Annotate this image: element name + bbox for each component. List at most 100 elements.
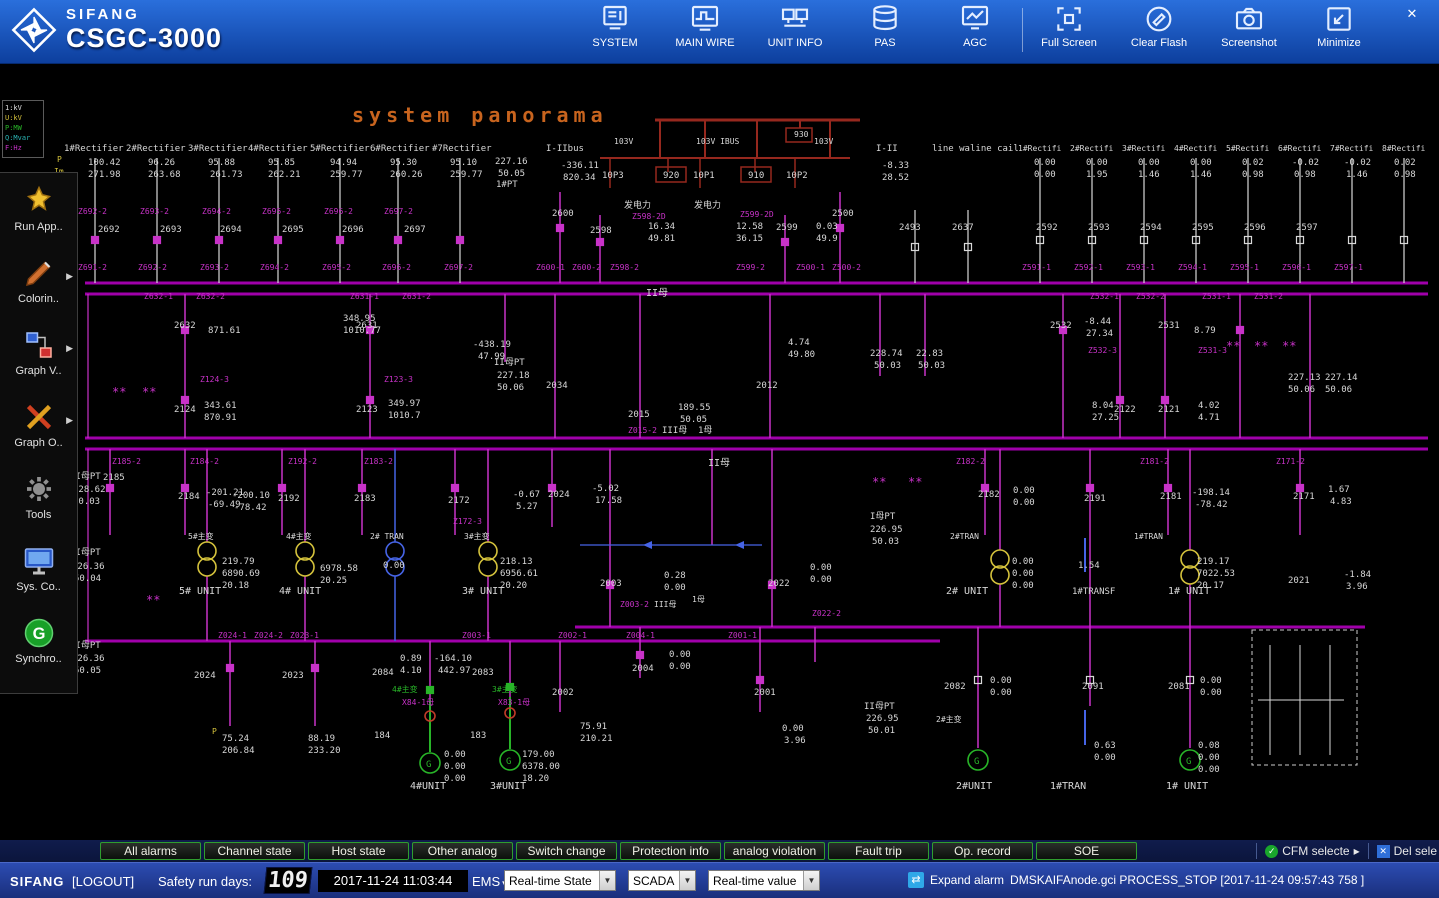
diagram-text: Z693-2 xyxy=(200,263,229,272)
diagram-text: -0.67 xyxy=(513,490,540,500)
diagram-text: 50.05 xyxy=(498,169,525,179)
alarm-tab-protection-info[interactable]: Protection info xyxy=(620,842,721,860)
diagram-text: -1.84 xyxy=(1344,570,1371,580)
diagram-text: 10P2 xyxy=(786,171,808,181)
diagram-text: 27.34 xyxy=(1086,329,1113,339)
diagram-canvas[interactable]: 1#Rectifier2#Rectifier3#Rectifier4#Recti… xyxy=(0,64,1439,840)
sidebar-item-graph-v-[interactable]: Graph V..▶ xyxy=(0,327,77,399)
diagram-text: 184 xyxy=(374,731,390,741)
alarm-tab-switch-change[interactable]: Switch change xyxy=(516,842,617,860)
alarm-tab-channel-state[interactable]: Channel state xyxy=(204,842,305,860)
diagram-text: 2083 xyxy=(472,668,494,678)
diagram-text: 2532 xyxy=(1050,321,1072,331)
diagram-text: 5.27 xyxy=(516,502,538,512)
diagram-text: 2091 xyxy=(1082,682,1104,692)
diagram-text: 0.00 xyxy=(782,724,804,734)
select-real-time-value[interactable]: Real-time value▼ xyxy=(708,870,820,891)
menu-item-unit-info[interactable]: UNIT INFO xyxy=(758,3,832,49)
diagram-text: 50.01 xyxy=(868,726,895,736)
diagram-text: 871.61 xyxy=(208,326,241,336)
menu-item-screenshot[interactable]: Screenshot xyxy=(1212,3,1286,49)
cfm-select-label: CFM selecte xyxy=(1282,844,1349,858)
diagram-text: 8.04 xyxy=(1092,401,1114,411)
alarm-tab-analog-violation[interactable]: analog violation xyxy=(724,842,825,860)
diagram-text: 1#TRAN xyxy=(1050,781,1086,792)
diagram-text: II母PT xyxy=(864,701,895,712)
sidebar-item-graph-o-[interactable]: Graph O..▶ xyxy=(0,399,77,471)
diagram-text: 5#Rectifier xyxy=(310,144,370,154)
menu-item-system[interactable]: SYSTEM xyxy=(578,3,652,49)
diagram-text: Z595-1 xyxy=(1230,263,1259,272)
alarm-tab-other-analog[interactable]: Other analog xyxy=(412,842,513,860)
minimize-icon xyxy=(1323,3,1355,35)
breaker-square xyxy=(557,225,564,232)
sidebar-item-sys-co-[interactable]: Sys. Co.. xyxy=(0,543,77,615)
breaker-square xyxy=(275,237,282,244)
diagram-text: 100.42 xyxy=(88,158,121,168)
flow-arrow-icon xyxy=(643,541,652,549)
select-value: SCADA xyxy=(629,874,679,888)
full-screen-icon xyxy=(1053,3,1085,35)
sidebar-item-tools[interactable]: Tools xyxy=(0,471,77,543)
select-value: Real-time State xyxy=(505,874,599,888)
diagram-title: system panorama xyxy=(352,103,608,127)
diagram-text: 2694 xyxy=(220,225,242,235)
diagram-text: 2#主变 xyxy=(936,714,962,724)
diagram-text: Z183-2 xyxy=(364,457,393,466)
diagram-text: 0.00 xyxy=(1138,158,1160,168)
header-menu: SYSTEM MAIN WIRE UNIT INFO PAS AGC xyxy=(578,3,1012,49)
menu-item-main-wire[interactable]: MAIN WIRE xyxy=(668,3,742,49)
diagram-text: 4.02 xyxy=(1198,401,1220,411)
alarm-tab-host-state[interactable]: Host state xyxy=(308,842,409,860)
menu-item-agc[interactable]: AGC xyxy=(938,3,1012,49)
sidebar-item-colorin-[interactable]: Colorin..▶ xyxy=(0,255,77,327)
diagram-text: II母 xyxy=(646,287,668,299)
diagram-text: I-IIbus xyxy=(546,144,584,154)
del-select-button[interactable]: ✕ Del sele xyxy=(1377,844,1437,858)
alarm-tab-op-record[interactable]: Op. record xyxy=(932,842,1033,860)
cfm-select-button[interactable]: ✓ CFM selecte ▸ xyxy=(1265,844,1359,858)
logout-link[interactable]: [LOGOUT] xyxy=(72,874,134,889)
close-button[interactable]: ✕ xyxy=(1399,5,1425,23)
diagram-text: 2082 xyxy=(944,682,966,692)
diagram-text: -164.10 xyxy=(434,654,472,664)
sidebar-item-label: Run App.. xyxy=(14,221,62,233)
select-scada[interactable]: SCADA▼ xyxy=(628,870,696,891)
diagram-text: ** xyxy=(1254,339,1268,353)
menu-item-full-screen[interactable]: Full Screen xyxy=(1032,3,1106,49)
select-real-time-state[interactable]: Real-time State▼ xyxy=(504,870,616,891)
diagram-text: 227.18 xyxy=(497,371,530,381)
chevron-down-icon: ▼ xyxy=(599,871,615,890)
alarm-tab-all-alarms[interactable]: All alarms xyxy=(100,842,201,860)
menu-item-pas[interactable]: PAS xyxy=(848,3,922,49)
diagram-text: I-II xyxy=(876,144,898,154)
diagram-text: 2084 xyxy=(372,668,394,678)
diagram-text: 0.00 xyxy=(1190,158,1212,168)
diagram-text: 3.96 xyxy=(784,736,806,746)
diagram-text: II母 xyxy=(708,457,730,469)
menu-item-clear-flash[interactable]: Clear Flash xyxy=(1122,3,1196,49)
diagram-text: 0.03 xyxy=(816,222,838,232)
diagram-text: X84-1母 xyxy=(402,698,434,707)
diagram-text: II母PT xyxy=(494,357,525,368)
sidebar-item-synchro-[interactable]: GSynchro.. xyxy=(0,615,77,687)
diagram-text: 3.96 xyxy=(1346,582,1368,592)
diagram-text: 36.15 xyxy=(736,234,763,244)
ems-dropdown[interactable]: EMS▾ xyxy=(472,874,507,889)
diagram-text: 50.05 xyxy=(680,415,707,425)
diagram-text: 4#主变 xyxy=(392,684,418,694)
diagram-text: Z532-2 xyxy=(1136,292,1165,301)
menu-item-minimize[interactable]: Minimize xyxy=(1302,3,1376,49)
diagram-text: 4# UNIT xyxy=(279,586,321,597)
alarm-expand-icon[interactable]: ⇄ xyxy=(908,872,924,888)
alarm-tab-fault-trip[interactable]: Fault trip xyxy=(828,842,929,860)
sidebar-item-run-app-[interactable]: Run App.. xyxy=(0,183,77,255)
diagram-text: Z600-2 xyxy=(572,263,601,272)
alarm-tab-soe[interactable]: SOE xyxy=(1036,842,1137,860)
sidebar-item-label: Graph V.. xyxy=(15,365,61,377)
sidebar-item-label: Graph O.. xyxy=(14,437,62,449)
diagram-text: 227.16 xyxy=(495,157,528,167)
diagram-text: 3#UNIT xyxy=(490,781,526,792)
diagram-text: 1010.7 xyxy=(388,411,421,421)
sidebar-item-label: Sys. Co.. xyxy=(16,581,61,593)
